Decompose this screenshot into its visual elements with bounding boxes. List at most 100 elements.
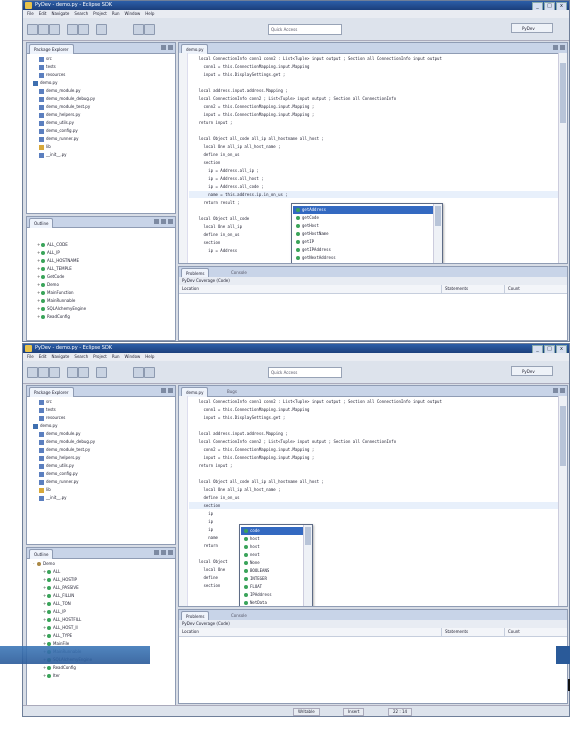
tree-item[interactable]: src	[39, 398, 52, 405]
menu-window[interactable]: Window	[125, 10, 141, 18]
tree-item[interactable]: demo_module_debug.py	[39, 438, 95, 445]
tree-item[interactable]: demo_runner.py	[39, 135, 79, 142]
minimize-view-icon[interactable]	[161, 45, 166, 50]
tab-package-explorer[interactable]: Package Explorer	[29, 44, 74, 54]
tree-item[interactable]: demo.py	[33, 422, 57, 429]
tab-package-explorer[interactable]: Package Explorer	[29, 387, 74, 397]
completion-item[interactable]: host	[244, 535, 260, 543]
col-location[interactable]: Location	[179, 628, 442, 636]
outline-item[interactable]: + ALL_IP	[43, 608, 66, 615]
completion-item[interactable]: getName	[296, 262, 319, 263]
outline-item[interactable]: +SQLAlchemyEngine	[37, 305, 86, 312]
outline-item[interactable]: + ALL_TON	[43, 600, 71, 607]
debug-icon[interactable]	[67, 24, 78, 35]
outline-item[interactable]: + ReadConfig	[43, 664, 76, 671]
tab-outline[interactable]: Outline	[29, 549, 54, 559]
minimize-editor-icon[interactable]	[553, 45, 558, 50]
outline-item[interactable]: + ALL_TYPE	[43, 632, 72, 639]
menu-edit[interactable]: Edit	[39, 10, 47, 18]
completion-item[interactable]: getAddress	[293, 206, 433, 214]
back-icon[interactable]	[133, 367, 144, 378]
tree-item[interactable]: lib	[39, 486, 51, 493]
menu-project[interactable]: Project	[93, 10, 107, 18]
sort-icon[interactable]	[161, 219, 166, 224]
outline-item[interactable]: + ALL_IP	[37, 249, 60, 256]
outline-item[interactable]: + ALL_PASSIVE	[43, 584, 79, 591]
tree-item[interactable]: tests	[39, 406, 56, 413]
code-editor[interactable]: demo.py Bugs local ConnectionInfo conn1 …	[178, 385, 568, 607]
minimize-view-icon[interactable]	[161, 388, 166, 393]
menu-help[interactable]: Help	[145, 10, 154, 18]
new-icon[interactable]	[27, 367, 38, 378]
completion-item[interactable]: getNextAddress	[296, 254, 336, 262]
run-icon[interactable]	[78, 24, 89, 35]
tree-item[interactable]: __init__.py	[39, 494, 67, 501]
editor-scrollbar[interactable]	[558, 53, 567, 263]
completion-item[interactable]: NetData	[244, 599, 267, 606]
tree-item[interactable]: tests	[39, 63, 56, 70]
outline-item[interactable]: + ALL_HOSTFILL	[43, 616, 81, 623]
tree-item[interactable]: demo_helpers.py	[39, 454, 80, 461]
completion-item[interactable]: next	[244, 551, 260, 559]
minimize-editor-icon[interactable]	[553, 388, 558, 393]
perspective-switcher[interactable]: PyDev	[511, 23, 553, 33]
completion-item[interactable]: FLOAT	[244, 583, 262, 591]
maximize-view-icon[interactable]	[168, 388, 173, 393]
outline-item[interactable]: + ALL_HOST_II	[43, 624, 78, 631]
col-statements[interactable]: Statements	[441, 285, 505, 293]
tab-outline[interactable]: Outline	[29, 218, 54, 228]
run-icon[interactable]	[78, 367, 89, 378]
completion-item[interactable]: IPAddress	[244, 591, 272, 599]
tree-item[interactable]: src	[39, 55, 52, 62]
tree-item[interactable]: demo_module_debug.py	[39, 95, 95, 102]
completion-item[interactable]: getIP	[296, 238, 314, 246]
forward-icon[interactable]	[144, 24, 155, 35]
tree-item[interactable]: demo_module_test.py	[39, 446, 90, 453]
tree-item[interactable]: lib	[39, 143, 51, 150]
outline-item[interactable]: + ALL_CODE	[37, 241, 68, 248]
collapse-icon[interactable]	[154, 219, 159, 224]
completion-item[interactable]: BOOLEANS	[244, 567, 269, 575]
menu-search[interactable]: Search	[74, 353, 88, 361]
menu-run[interactable]: Run	[112, 10, 120, 18]
col-count[interactable]: Count	[504, 285, 567, 293]
tree-item[interactable]: demo_module.py	[39, 430, 81, 437]
scrollbar-thumb[interactable]	[560, 63, 566, 123]
outline-item[interactable]: + ReadConfig	[37, 313, 70, 320]
tree-item[interactable]: demo_runner.py	[39, 478, 79, 485]
outline-item[interactable]: + ALL	[43, 568, 60, 575]
outline-item[interactable]: + ALL_FILLIN	[43, 592, 74, 599]
maximize-editor-icon[interactable]	[560, 45, 565, 50]
search-icon[interactable]	[96, 24, 107, 35]
tree-item[interactable]: demo_config.py	[39, 127, 78, 134]
forward-icon[interactable]	[144, 367, 155, 378]
tree-item[interactable]: resources	[39, 414, 65, 421]
tree-item[interactable]: demo_utils.py	[39, 462, 74, 469]
outline-item[interactable]: + Demo	[37, 281, 59, 288]
sort-icon[interactable]	[161, 550, 166, 555]
popup-scrollbar[interactable]	[433, 204, 442, 263]
debug-icon[interactable]	[67, 367, 78, 378]
outline-item[interactable]: + MainFunction	[37, 289, 74, 296]
outline-item[interactable]: + GetCode	[37, 273, 64, 280]
maximize-view-icon[interactable]	[168, 45, 173, 50]
filter-icon[interactable]	[168, 550, 173, 555]
popup-scroll-thumb[interactable]	[305, 527, 311, 545]
tree-item[interactable]: demo_module_test.py	[39, 103, 90, 110]
col-count[interactable]: Count	[504, 628, 567, 636]
tree-item[interactable]: __init__.py	[39, 151, 67, 158]
print-icon[interactable]	[49, 24, 60, 35]
tree-item[interactable]: resources	[39, 71, 65, 78]
menu-file[interactable]: File	[27, 353, 34, 361]
popup-scrollbar[interactable]	[303, 525, 312, 606]
completion-item[interactable]: getHostName	[296, 230, 329, 238]
code-editor[interactable]: demo.py local ConnectionInfo conn1 conn2…	[178, 42, 568, 264]
outline-item[interactable]: + ALL_HOSTIP	[43, 576, 77, 583]
completion-item[interactable]: getCode	[296, 214, 319, 222]
completion-item[interactable]: getIPAddress	[296, 246, 331, 254]
menu-run[interactable]: Run	[112, 353, 120, 361]
outline-item[interactable]: + ALL_HOSTNAME	[37, 257, 79, 264]
back-icon[interactable]	[133, 24, 144, 35]
search-icon[interactable]	[96, 367, 107, 378]
completion-item[interactable]: code	[241, 527, 303, 535]
